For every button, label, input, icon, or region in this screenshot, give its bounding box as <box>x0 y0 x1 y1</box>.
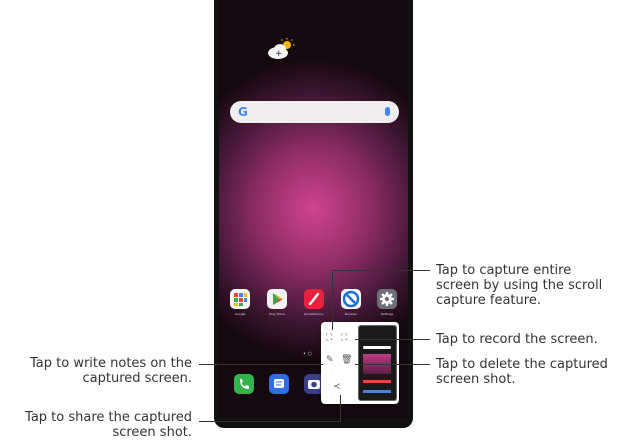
app-quickmemo[interactable] <box>304 289 324 309</box>
weather-icon[interactable]: + <box>267 38 295 60</box>
app-play-store[interactable] <box>267 289 287 309</box>
dock-messages[interactable] <box>269 374 289 394</box>
callout-line-record <box>355 339 430 340</box>
callout-line-capture <box>332 270 430 271</box>
app-label: Browser <box>344 312 358 316</box>
thumbnail-searchbar <box>363 346 391 349</box>
callout-line-share <box>199 421 340 422</box>
browser-icon <box>342 290 360 308</box>
callout-share: Tap to share the captured screen shot. <box>0 410 192 440</box>
app-label: Google <box>234 312 246 316</box>
callout-text-line: screen shot. <box>436 372 516 387</box>
edit-notes-icon[interactable]: ✎ <box>326 355 334 365</box>
app-folder-icon <box>234 293 247 306</box>
gear-icon <box>380 292 394 306</box>
microphone-icon[interactable] <box>385 107 390 116</box>
app-settings[interactable] <box>377 289 397 309</box>
delete-icon[interactable]: 🗑 <box>341 355 352 365</box>
callout-text-line: Tap to write notes on the <box>30 356 192 371</box>
thumbnail-apps <box>363 380 391 383</box>
app-browser[interactable] <box>341 289 361 309</box>
screenshot-thumbnail[interactable] <box>358 325 397 401</box>
app-google-folder[interactable] <box>230 289 250 309</box>
callout-text-line: capture feature. <box>436 293 541 308</box>
share-icon[interactable]: ≺ <box>333 382 341 392</box>
app-label: Play Store <box>269 312 285 316</box>
app-label: QuickMemo+ <box>303 312 325 316</box>
callout-delete: Tap to delete the captured screen shot. <box>436 357 628 387</box>
thumbnail-dock <box>363 390 391 393</box>
callout-record: Tap to record the screen. <box>436 332 598 347</box>
svg-text:+: + <box>275 49 283 59</box>
record-screen-icon[interactable]: ⛶ <box>341 333 347 343</box>
google-search-bar[interactable]: G <box>230 101 399 123</box>
callout-text-line: screen by using the scroll <box>436 278 603 293</box>
play-store-icon <box>273 293 283 305</box>
message-icon <box>274 379 284 388</box>
callout-text-line: Tap to share the captured <box>25 410 192 425</box>
callout-line-capture <box>332 270 333 330</box>
callout-write-notes: Tap to write notes on the captured scree… <box>0 356 192 386</box>
app-label: Settings <box>380 312 394 316</box>
callout-text-line: Tap to delete the captured <box>436 357 608 372</box>
callout-text-line: Tap to capture entire <box>436 263 572 278</box>
callout-line-notes <box>199 364 323 365</box>
google-logo-icon: G <box>238 105 248 119</box>
callout-capture-entire: Tap to capture entire screen by using th… <box>436 263 628 308</box>
callout-text-line: captured screen. <box>82 371 193 386</box>
scroll-capture-icon[interactable]: ⛶ <box>326 333 332 343</box>
callout-text-line: screen shot. <box>112 425 192 440</box>
dock-phone[interactable] <box>234 374 254 394</box>
callout-line-delete <box>355 364 430 365</box>
phone-icon <box>240 379 249 389</box>
page-indicator: • ○ <box>303 351 312 357</box>
pen-icon <box>308 292 320 306</box>
callout-line-share <box>340 395 341 422</box>
